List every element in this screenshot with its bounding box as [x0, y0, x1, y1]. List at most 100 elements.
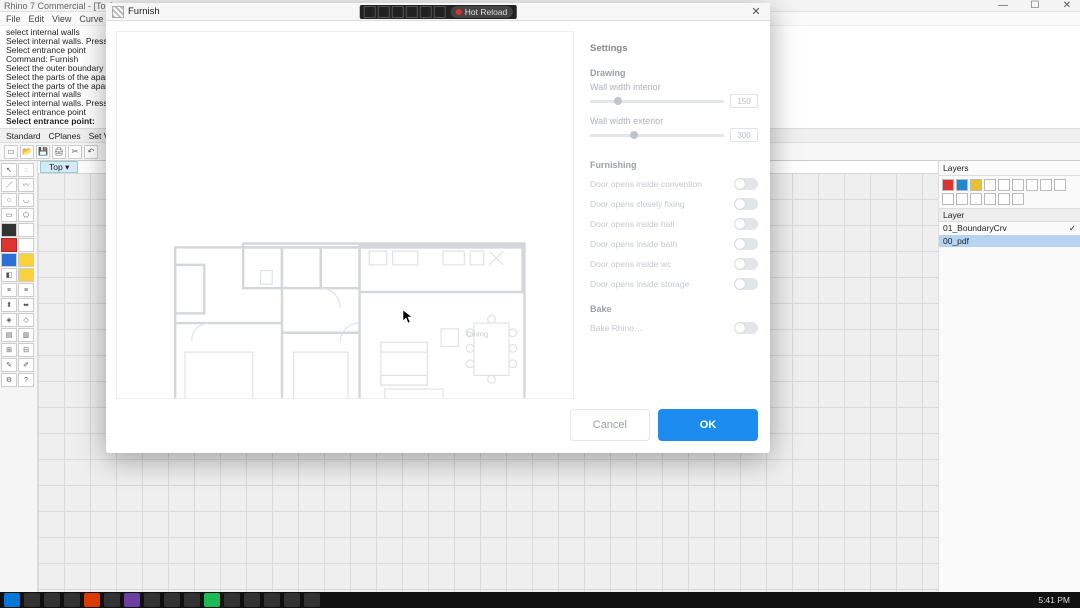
tool-icon[interactable] [434, 6, 446, 18]
menu-view[interactable]: View [52, 14, 71, 24]
tool-icon[interactable]: ≡ [1, 283, 17, 297]
cut-icon[interactable]: ✂ [68, 145, 82, 159]
maximize-button[interactable]: ☐ [1026, 0, 1044, 11]
tool-icon[interactable]: ≡ [18, 283, 34, 297]
taskbar-app-icon[interactable] [224, 593, 240, 607]
tool-icon[interactable]: ◈ [1, 313, 17, 327]
tab-cplanes[interactable]: CPlanes [49, 131, 81, 141]
taskbar-app-icon[interactable] [44, 593, 60, 607]
taskbar-app-icon[interactable] [204, 593, 220, 607]
hot-reload-button[interactable]: Hot Reload [451, 6, 513, 18]
wall-exterior-slider[interactable] [590, 134, 724, 137]
tool-icon[interactable]: ◧ [1, 268, 17, 282]
bake-rhino-toggle[interactable] [734, 322, 758, 334]
tool-icon[interactable]: ⬍ [1, 298, 17, 312]
minimize-button[interactable]: — [994, 0, 1012, 11]
layer-column-header[interactable]: Layer [939, 209, 1080, 222]
close-button[interactable]: ✕ [1058, 0, 1076, 11]
tool-icon[interactable]: ✐ [18, 358, 34, 372]
taskbar-app-icon[interactable] [164, 593, 180, 607]
tool-icon[interactable] [18, 268, 34, 282]
print-icon[interactable]: 🖨 [52, 145, 66, 159]
tool-line-icon[interactable]: ／ [1, 178, 17, 192]
tool-solid-icon[interactable] [1, 253, 17, 267]
toggle-switch[interactable] [734, 178, 758, 190]
viewport-tab-top[interactable]: Top ▾ [40, 161, 78, 173]
taskbar-app-icon[interactable] [184, 593, 200, 607]
layer-tool-icon[interactable] [998, 179, 1010, 191]
tool-icon[interactable]: ▥ [18, 328, 34, 342]
layer-row[interactable]: 01_BoundaryCrv ✓ [939, 222, 1080, 235]
tool-timer-icon[interactable] [1, 223, 17, 237]
taskbar-app-icon[interactable] [64, 593, 80, 607]
dialog-close-button[interactable]: ✕ [748, 5, 764, 18]
taskbar-app-icon[interactable] [144, 593, 160, 607]
color-swatch-icon[interactable] [956, 179, 968, 191]
color-swatch-icon[interactable] [942, 179, 954, 191]
tool-icon[interactable]: ✎ [1, 358, 17, 372]
toggle-switch[interactable] [734, 218, 758, 230]
tool-icon[interactable] [18, 223, 34, 237]
tool-polyline-icon[interactable]: 〰 [18, 178, 34, 192]
dialog-titlebar[interactable]: Furnish Hot Reload ✕ [106, 3, 770, 21]
cancel-button[interactable]: Cancel [570, 409, 650, 441]
menu-curve[interactable]: Curve [79, 14, 103, 24]
tool-icon[interactable]: ◇ [18, 313, 34, 327]
tool-lasso-icon[interactable]: ◌ [18, 163, 34, 177]
save-icon[interactable]: 💾 [36, 145, 50, 159]
tool-icon[interactable] [420, 6, 432, 18]
taskbar-app-icon[interactable] [84, 593, 100, 607]
taskbar-app-icon[interactable] [304, 593, 320, 607]
taskbar-app-icon[interactable] [24, 593, 40, 607]
toggle-switch[interactable] [734, 278, 758, 290]
layer-tool-icon[interactable] [1026, 179, 1038, 191]
color-swatch-icon[interactable] [970, 179, 982, 191]
wall-interior-slider[interactable] [590, 100, 724, 103]
toggle-switch[interactable] [734, 238, 758, 250]
taskbar-app-icon[interactable] [124, 593, 140, 607]
tool-icon[interactable] [392, 6, 404, 18]
tool-pointer-icon[interactable]: ↖ [1, 163, 17, 177]
tool-light-icon[interactable] [18, 253, 34, 267]
layer-tool-icon[interactable] [998, 193, 1010, 205]
layer-tool-icon[interactable] [1012, 179, 1024, 191]
toggle-switch[interactable] [734, 258, 758, 270]
tool-icon[interactable] [378, 6, 390, 18]
tool-icon[interactable]: ⬌ [18, 298, 34, 312]
taskbar-app-icon[interactable] [104, 593, 120, 607]
tool-icon[interactable]: ⊞ [1, 343, 17, 357]
tool-icon[interactable] [364, 6, 376, 18]
taskbar-app-icon[interactable] [264, 593, 280, 607]
ok-button[interactable]: OK [658, 409, 758, 441]
layer-row[interactable]: 00_pdf [939, 235, 1080, 247]
tool-circle-icon[interactable]: ○ [1, 193, 17, 207]
wall-interior-value[interactable]: 150 [730, 94, 758, 108]
tool-icon[interactable]: ▤ [1, 328, 17, 342]
layer-tool-icon[interactable] [984, 179, 996, 191]
undo-icon[interactable]: ↶ [84, 145, 98, 159]
layer-tool-icon[interactable] [1054, 179, 1066, 191]
layer-tool-icon[interactable] [984, 193, 996, 205]
tool-icon[interactable] [18, 238, 34, 252]
floorplan-preview[interactable]: Dining [116, 31, 574, 399]
layer-tool-icon[interactable] [942, 193, 954, 205]
tool-icon[interactable]: ⊟ [18, 343, 34, 357]
tool-arc-icon[interactable]: ◡ [18, 193, 34, 207]
taskbar-app-icon[interactable] [284, 593, 300, 607]
tool-polygon-icon[interactable]: ⬠ [18, 208, 34, 222]
tool-icon[interactable] [406, 6, 418, 18]
tab-standard[interactable]: Standard [6, 131, 41, 141]
tool-stop-icon[interactable] [1, 238, 17, 252]
layer-tool-icon[interactable] [956, 193, 968, 205]
menu-edit[interactable]: Edit [29, 14, 45, 24]
wall-exterior-value[interactable]: 300 [730, 128, 758, 142]
taskbar-app-icon[interactable] [244, 593, 260, 607]
layer-tool-icon[interactable] [1040, 179, 1052, 191]
menu-file[interactable]: File [6, 14, 21, 24]
start-button[interactable] [4, 593, 20, 607]
layer-tool-icon[interactable] [970, 193, 982, 205]
tool-rect-icon[interactable]: ▭ [1, 208, 17, 222]
toggle-switch[interactable] [734, 198, 758, 210]
tool-icon[interactable]: ⚙ [1, 373, 17, 387]
new-icon[interactable]: ▭ [4, 145, 18, 159]
